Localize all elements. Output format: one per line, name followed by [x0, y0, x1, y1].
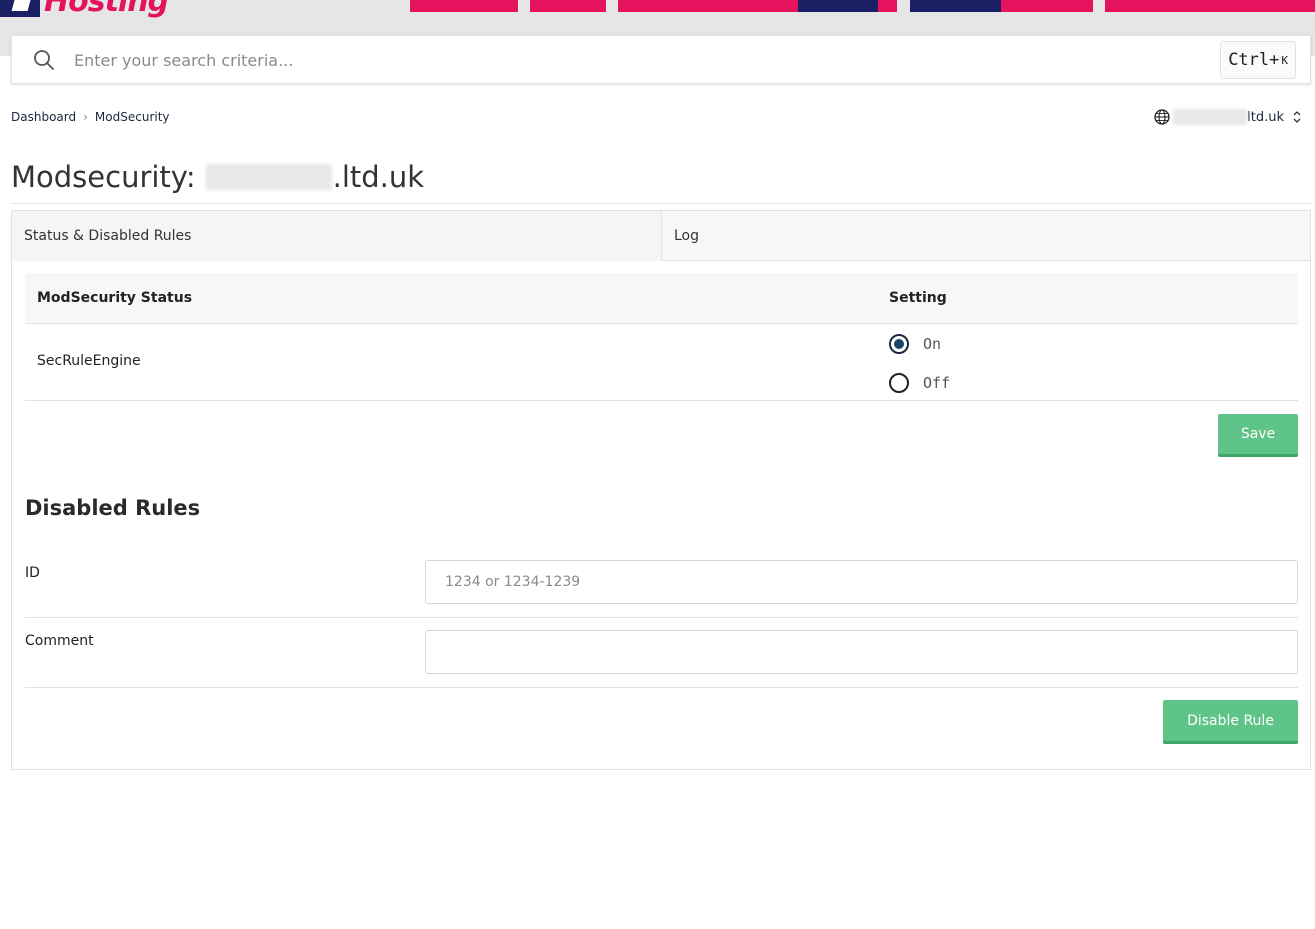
divider [11, 203, 1311, 204]
top-nav-button-3[interactable] [618, 0, 798, 12]
breadcrumb-modsecurity: ModSecurity [94, 110, 170, 124]
tab-bar: Status & Disabled Rules Log [12, 211, 1310, 261]
comment-input[interactable] [425, 630, 1298, 674]
breadcrumb-dashboard[interactable]: Dashboard [11, 110, 76, 124]
radio-button-unchecked[interactable] [889, 373, 909, 393]
page-title-suffix: .ltd.uk [332, 160, 425, 194]
top-nav-button-6[interactable] [910, 0, 1001, 12]
brand-logo[interactable]: Hosting [0, 0, 169, 19]
tab-status-disabled-rules[interactable]: Status & Disabled Rules [12, 211, 661, 261]
shortcut-main: Ctrl+ [1228, 50, 1280, 70]
disabled-rules-heading: Disabled Rules [25, 496, 201, 520]
status-table: ModSecurity Status Setting SecRuleEngine… [25, 273, 1298, 401]
domain-suffix: ltd.uk [1247, 109, 1284, 125]
logo-text: Hosting [44, 0, 169, 19]
shortcut-key: K [1281, 53, 1288, 67]
redacted-domain [1173, 109, 1248, 125]
logo-mark-icon [0, 0, 40, 17]
page-title: Modsecurity: .ltd.uk [11, 160, 424, 194]
modsecurity-panel: Status & Disabled Rules Log ModSecurity … [11, 210, 1311, 770]
disable-rule-button[interactable]: Disable Rule [1163, 700, 1298, 744]
chevron-updown-icon [1293, 111, 1301, 123]
setting-name: SecRuleEngine [37, 353, 141, 369]
comment-label: Comment [25, 633, 94, 649]
search-bar: Ctrl+K [11, 35, 1311, 84]
tab-log[interactable]: Log [661, 211, 1310, 261]
keyboard-shortcut-badge: Ctrl+ K [1220, 41, 1296, 79]
search-icon [34, 50, 54, 70]
column-header-status: ModSecurity Status [37, 290, 193, 306]
radio-label-on: On [923, 335, 942, 353]
id-label: ID [25, 565, 40, 581]
rule-id-input[interactable] [425, 560, 1298, 604]
redacted-domain [205, 164, 332, 190]
breadcrumb: Dashboard › ModSecurity [11, 110, 170, 124]
chevron-right-icon: › [83, 110, 88, 124]
globe-icon [1154, 109, 1170, 125]
top-nav-button-7[interactable] [1001, 0, 1093, 12]
top-nav-button-8[interactable] [1105, 0, 1315, 12]
radio-label-off: Off [923, 374, 951, 392]
radio-button-checked[interactable] [889, 334, 909, 354]
column-header-setting: Setting [889, 290, 947, 306]
top-nav-button-2[interactable] [530, 0, 606, 12]
domain-selector[interactable]: ltd.uk [1154, 109, 1302, 125]
top-nav-button-5[interactable] [878, 0, 897, 12]
page-title-prefix: Modsecurity: [11, 160, 196, 194]
table-header: ModSecurity Status Setting [25, 273, 1298, 324]
radio-option-on[interactable]: On [889, 334, 941, 354]
search-input[interactable] [74, 46, 1214, 74]
form-row-comment: Comment [25, 618, 1298, 688]
form-row-id: ID [25, 550, 1298, 618]
table-row: SecRuleEngine On Off [25, 324, 1298, 401]
radio-option-off[interactable]: Off [889, 373, 950, 393]
save-button[interactable]: Save [1218, 414, 1298, 457]
top-nav-button-1[interactable] [410, 0, 518, 12]
top-nav-button-4[interactable] [798, 0, 878, 12]
